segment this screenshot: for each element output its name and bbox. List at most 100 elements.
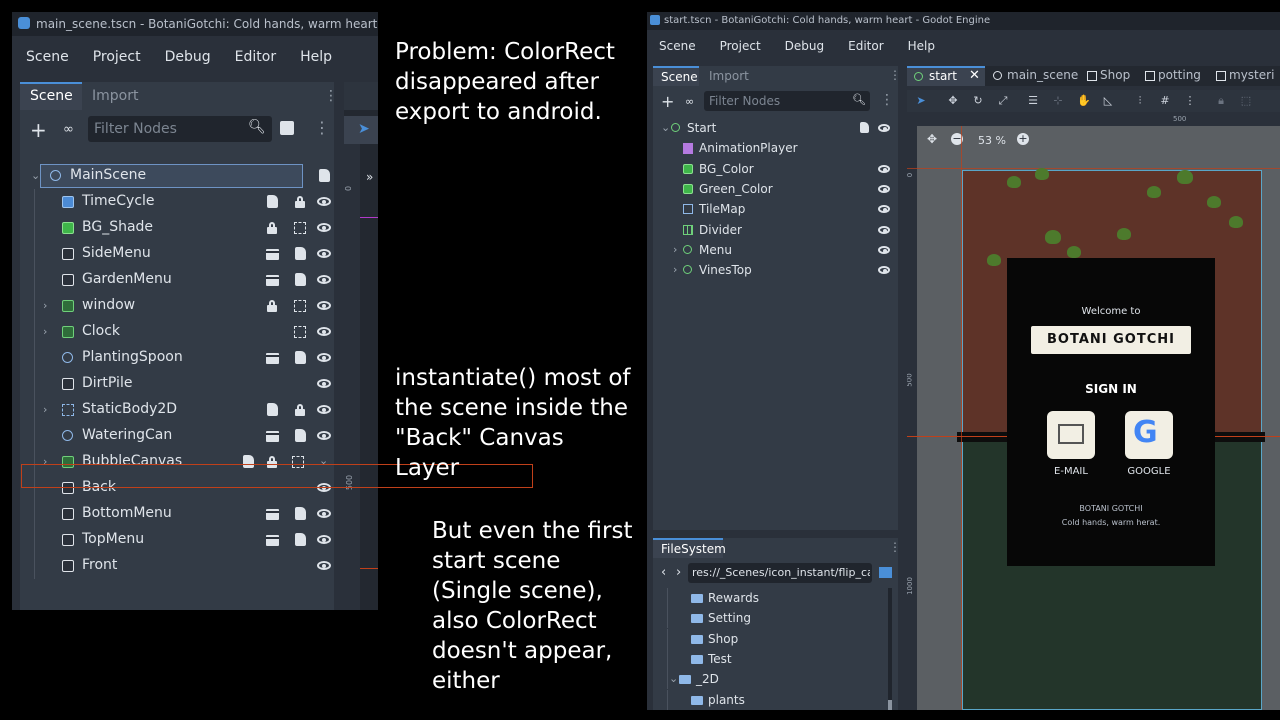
tree-node-row[interactable]: ⌄ Start: [653, 118, 898, 138]
tree-node-row[interactable]: › Menu: [653, 240, 898, 260]
filesystem-folder-row[interactable]: Test: [653, 648, 885, 669]
group-icon[interactable]: [294, 326, 306, 338]
menu-debug[interactable]: Debug: [153, 49, 223, 65]
menu-debug[interactable]: Debug: [773, 39, 836, 53]
scene-tab-shop[interactable]: Shop: [1100, 68, 1130, 82]
tree-node-row[interactable]: TopMenu: [20, 527, 334, 553]
filesystem-menu-icon[interactable]: ⋮: [889, 540, 901, 554]
filesystem-scrollbar[interactable]: [888, 588, 892, 710]
menu-editor[interactable]: Editor: [223, 49, 288, 65]
link-icon[interactable]: ∞: [63, 122, 74, 137]
expand-chevron-icon[interactable]: ›: [43, 403, 47, 416]
tree-node-row[interactable]: BG_Shade: [20, 215, 334, 241]
instance-icon[interactable]: [266, 275, 279, 286]
script-icon[interactable]: [267, 195, 278, 208]
visibility-eye-icon[interactable]: [317, 301, 331, 310]
lock-icon[interactable]: [295, 404, 305, 416]
expand-chevron-icon[interactable]: ›: [673, 243, 677, 256]
tree-node-row[interactable]: TimeCycle: [20, 189, 334, 215]
smart-snap-icon[interactable]: ⫶: [1134, 95, 1146, 107]
collapse-chevron-icon[interactable]: ⌄: [31, 169, 40, 182]
select-tool-icon[interactable]: ➤: [358, 121, 370, 137]
lock-node-icon[interactable]: 🔒︎: [1215, 95, 1227, 107]
script-icon[interactable]: [295, 429, 306, 442]
scene-dock-more-icon[interactable]: ⋮: [314, 118, 330, 137]
tree-node-row[interactable]: › StaticBody2D: [20, 397, 334, 423]
dock-menu-icon[interactable]: ⋮: [324, 88, 338, 104]
add-node-icon[interactable]: +: [661, 92, 674, 111]
visibility-eye-icon[interactable]: [317, 535, 331, 544]
tree-node-row[interactable]: BG_Color: [653, 159, 898, 179]
filter-nodes-input[interactable]: Filter Nodes 🔍︎: [704, 91, 870, 111]
back-arrow-icon[interactable]: ‹: [661, 565, 666, 580]
visibility-eye-icon[interactable]: [878, 124, 890, 132]
visibility-eye-icon[interactable]: [317, 327, 331, 336]
visibility-eye-icon[interactable]: [878, 184, 890, 193]
filesystem-folder-row[interactable]: Setting: [653, 608, 885, 629]
link-icon[interactable]: ∞: [685, 95, 694, 108]
visibility-eye-icon[interactable]: [878, 245, 890, 254]
tree-node-row[interactable]: AnimationPlayer: [653, 138, 898, 158]
instance-icon[interactable]: [266, 431, 279, 442]
tree-node-row[interactable]: Front: [20, 553, 334, 579]
visibility-eye-icon[interactable]: [317, 509, 331, 518]
tab-import[interactable]: Import: [709, 69, 749, 83]
filesystem-folder-row[interactable]: plants: [653, 689, 885, 710]
lock-icon[interactable]: [267, 222, 277, 234]
scrollbar-thumb[interactable]: [888, 700, 892, 710]
lock-icon[interactable]: [267, 300, 277, 312]
visibility-eye-icon[interactable]: [317, 223, 331, 232]
filter-nodes-input[interactable]: Filter Nodes 🔍︎: [88, 116, 272, 142]
tab-scene[interactable]: Scene: [653, 66, 699, 86]
menu-project[interactable]: Project: [708, 39, 773, 53]
menu-help[interactable]: Help: [896, 39, 947, 53]
scene-tab-start[interactable]: start ✕: [907, 66, 985, 86]
tab-import[interactable]: Import: [92, 88, 138, 104]
add-node-icon[interactable]: +: [30, 118, 47, 142]
more-options-icon[interactable]: ⋮: [1184, 95, 1196, 107]
visibility-eye-icon[interactable]: [317, 431, 331, 440]
zoom-level[interactable]: 53 %: [978, 134, 1006, 147]
ruler-tool-icon[interactable]: ◺: [1102, 95, 1114, 107]
tree-node-row[interactable]: › window: [20, 293, 334, 319]
group-node-icon[interactable]: ⬚: [1240, 95, 1252, 107]
grid-snap-icon[interactable]: #: [1159, 95, 1171, 107]
menu-project[interactable]: Project: [81, 49, 153, 65]
collapse-chevron-icon[interactable]: ⌄: [669, 672, 678, 685]
zoom-in-icon[interactable]: +: [1017, 133, 1029, 145]
lock-icon[interactable]: [295, 196, 305, 208]
collapse-chevron-icon[interactable]: ⌄: [661, 121, 670, 134]
visibility-eye-icon[interactable]: [317, 197, 331, 206]
visibility-eye-icon[interactable]: [317, 405, 331, 414]
pivot-tool-icon[interactable]: ⊹: [1052, 95, 1064, 107]
viewport-tab[interactable]: [344, 82, 378, 110]
tree-node-row[interactable]: › Clock: [20, 319, 334, 345]
move-tool-icon[interactable]: ✥: [947, 95, 959, 107]
visibility-eye-icon[interactable]: [317, 379, 331, 388]
menu-scene[interactable]: Scene: [647, 39, 708, 53]
tree-node-row[interactable]: ⌄ MainScene: [20, 163, 334, 189]
expand-chevron-icon[interactable]: ›: [43, 299, 47, 312]
script-icon[interactable]: [295, 533, 306, 546]
tree-node-row[interactable]: GardenMenu: [20, 267, 334, 293]
expand-chevron-icon[interactable]: ›: [673, 263, 677, 276]
email-button[interactable]: [1047, 411, 1095, 459]
visibility-eye-icon[interactable]: [317, 249, 331, 258]
tab-scene[interactable]: Scene: [20, 82, 82, 110]
visibility-eye-icon[interactable]: [317, 275, 331, 284]
menu-scene[interactable]: Scene: [14, 49, 81, 65]
close-tab-icon[interactable]: ✕: [969, 68, 980, 83]
tree-node-row[interactable]: Divider: [653, 220, 898, 240]
instance-icon[interactable]: [266, 249, 279, 260]
script-icon[interactable]: [860, 122, 869, 133]
script-icon[interactable]: [295, 507, 306, 520]
visibility-eye-icon[interactable]: [878, 225, 890, 234]
pan-tool-icon[interactable]: ✋: [1077, 95, 1091, 107]
script-icon[interactable]: [295, 247, 306, 260]
menu-editor[interactable]: Editor: [836, 39, 896, 53]
filesystem-folder-row[interactable]: Shop: [653, 628, 885, 649]
tree-node-row[interactable]: PlantingSpoon: [20, 345, 334, 371]
menu-help[interactable]: Help: [288, 49, 344, 65]
forward-arrow-icon[interactable]: ›: [676, 565, 681, 580]
path-field[interactable]: res://_Scenes/icon_instant/flip_car: [688, 563, 872, 583]
